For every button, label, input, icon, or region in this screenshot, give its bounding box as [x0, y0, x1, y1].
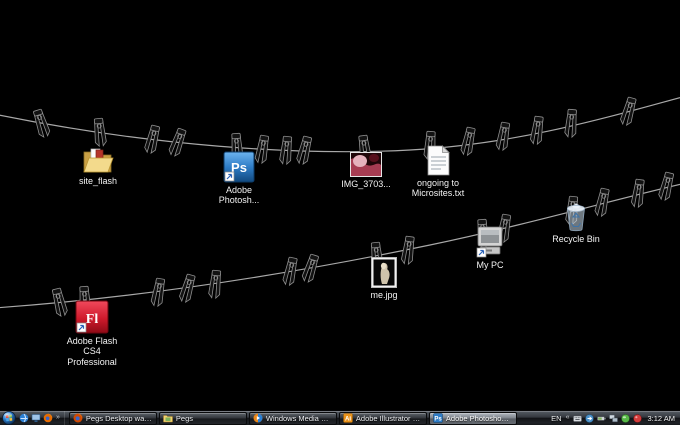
taskbar-button-pegs[interactable]: Pegs [159, 412, 247, 425]
task-buttons: Pegs Desktop wallp... Pegs Windows Media… [69, 412, 517, 425]
desktop-icon-label: Adobe Photosh... [219, 185, 260, 206]
desktop-icon-img-3703[interactable]: IMG_3703... [331, 152, 401, 189]
taskbar-button-label: Pegs [176, 414, 193, 423]
tray-hidden-icons-chevron[interactable]: « [565, 411, 571, 425]
battery-icon[interactable] [597, 414, 606, 423]
folder-icon [82, 146, 114, 174]
quick-launch-bar: » [18, 411, 65, 425]
taskbar-button-label: Adobe Photoshop C... [446, 414, 513, 423]
svg-text:Ai: Ai [345, 417, 351, 423]
fl-icon: Fl [75, 300, 109, 334]
desktop-icon-label: ongoing to Microsites.txt [412, 178, 465, 199]
svg-text:Fl: Fl [86, 312, 99, 327]
quick-launch-overflow-chevron[interactable]: » [55, 411, 61, 425]
desktop-icon-ongoing-to[interactable]: ongoing to Microsites.txt [403, 145, 473, 199]
taskbar-button-adobe-illustrator-cs[interactable]: Ai Adobe Illustrator CS... [339, 412, 427, 425]
system-tray: EN « 3:12 AM [548, 411, 680, 425]
language-indicator[interactable]: EN [551, 414, 561, 423]
txt-icon [427, 145, 450, 176]
desktop-icon-label: Adobe Flash CS4 Professional [67, 336, 118, 367]
desktop-icon-label: Recycle Bin [552, 234, 600, 244]
messenger-icon[interactable] [621, 414, 630, 423]
recycle-icon [564, 203, 588, 232]
desktop-icon-label: My PC [477, 260, 504, 270]
desktop-icon-my-pc[interactable]: My PC [455, 226, 525, 270]
taskbar: » Pegs Desktop wallp... Pegs Windows Med… [0, 410, 680, 425]
desktop-screen: site_flash Ps Adobe Photosh... IMG_3703.… [0, 0, 680, 425]
desktop-icon-adobe[interactable]: Ps Adobe Photosh... [204, 151, 274, 206]
svg-text:Ps: Ps [434, 417, 442, 423]
taskbar-button-label: Windows Media Pla... [266, 414, 333, 423]
ai-app-icon: Ai [343, 413, 353, 423]
taskbar-button-windows-media-pla[interactable]: Windows Media Pla... [249, 412, 337, 425]
taskbar-button-label: Pegs Desktop wallp... [86, 414, 153, 423]
alert-icon[interactable] [633, 414, 642, 423]
safely-remove-icon[interactable] [585, 414, 594, 423]
photo-pink-icon [350, 152, 382, 177]
taskbar-button-adobe-photoshop-c[interactable]: Ps Adobe Photoshop C... [429, 412, 517, 425]
desktop-icon-recycle-bin[interactable]: Recycle Bin [541, 203, 611, 244]
desktop-icon-label: me.jpg [370, 290, 397, 300]
input-indicator-icon[interactable] [573, 414, 582, 423]
desktop-icon-site-flash[interactable]: site_flash [63, 146, 133, 186]
firefox-app-icon [73, 413, 83, 423]
desktop-icon-adobe-flash[interactable]: Fl Adobe Flash CS4 Professional [57, 300, 127, 367]
internet-explorer-icon[interactable] [19, 413, 29, 423]
show-desktop-icon[interactable] [31, 413, 41, 423]
taskbar-button-label: Adobe Illustrator CS... [356, 414, 423, 423]
wmp-app-icon [253, 413, 263, 423]
firefox-quicklaunch-icon[interactable] [43, 413, 53, 423]
clock[interactable]: 3:12 AM [647, 414, 675, 423]
desktop-icon-label: IMG_3703... [341, 179, 391, 189]
pc-icon [475, 226, 505, 258]
taskbar-button-pegs-desktop-wallp[interactable]: Pegs Desktop wallp... [69, 412, 157, 425]
start-button[interactable] [2, 411, 16, 425]
ps-icon: Ps [223, 151, 255, 183]
network-icon[interactable] [609, 414, 618, 423]
folder-app-icon [163, 413, 173, 423]
photo-dark-icon [371, 257, 397, 288]
windows-orb-icon [2, 411, 16, 425]
ps-app-icon: Ps [433, 413, 443, 423]
desktop-icon-me-jpg[interactable]: me.jpg [349, 257, 419, 300]
desktop-icon-layer: site_flash Ps Adobe Photosh... IMG_3703.… [0, 0, 680, 411]
desktop-icon-label: site_flash [79, 176, 117, 186]
